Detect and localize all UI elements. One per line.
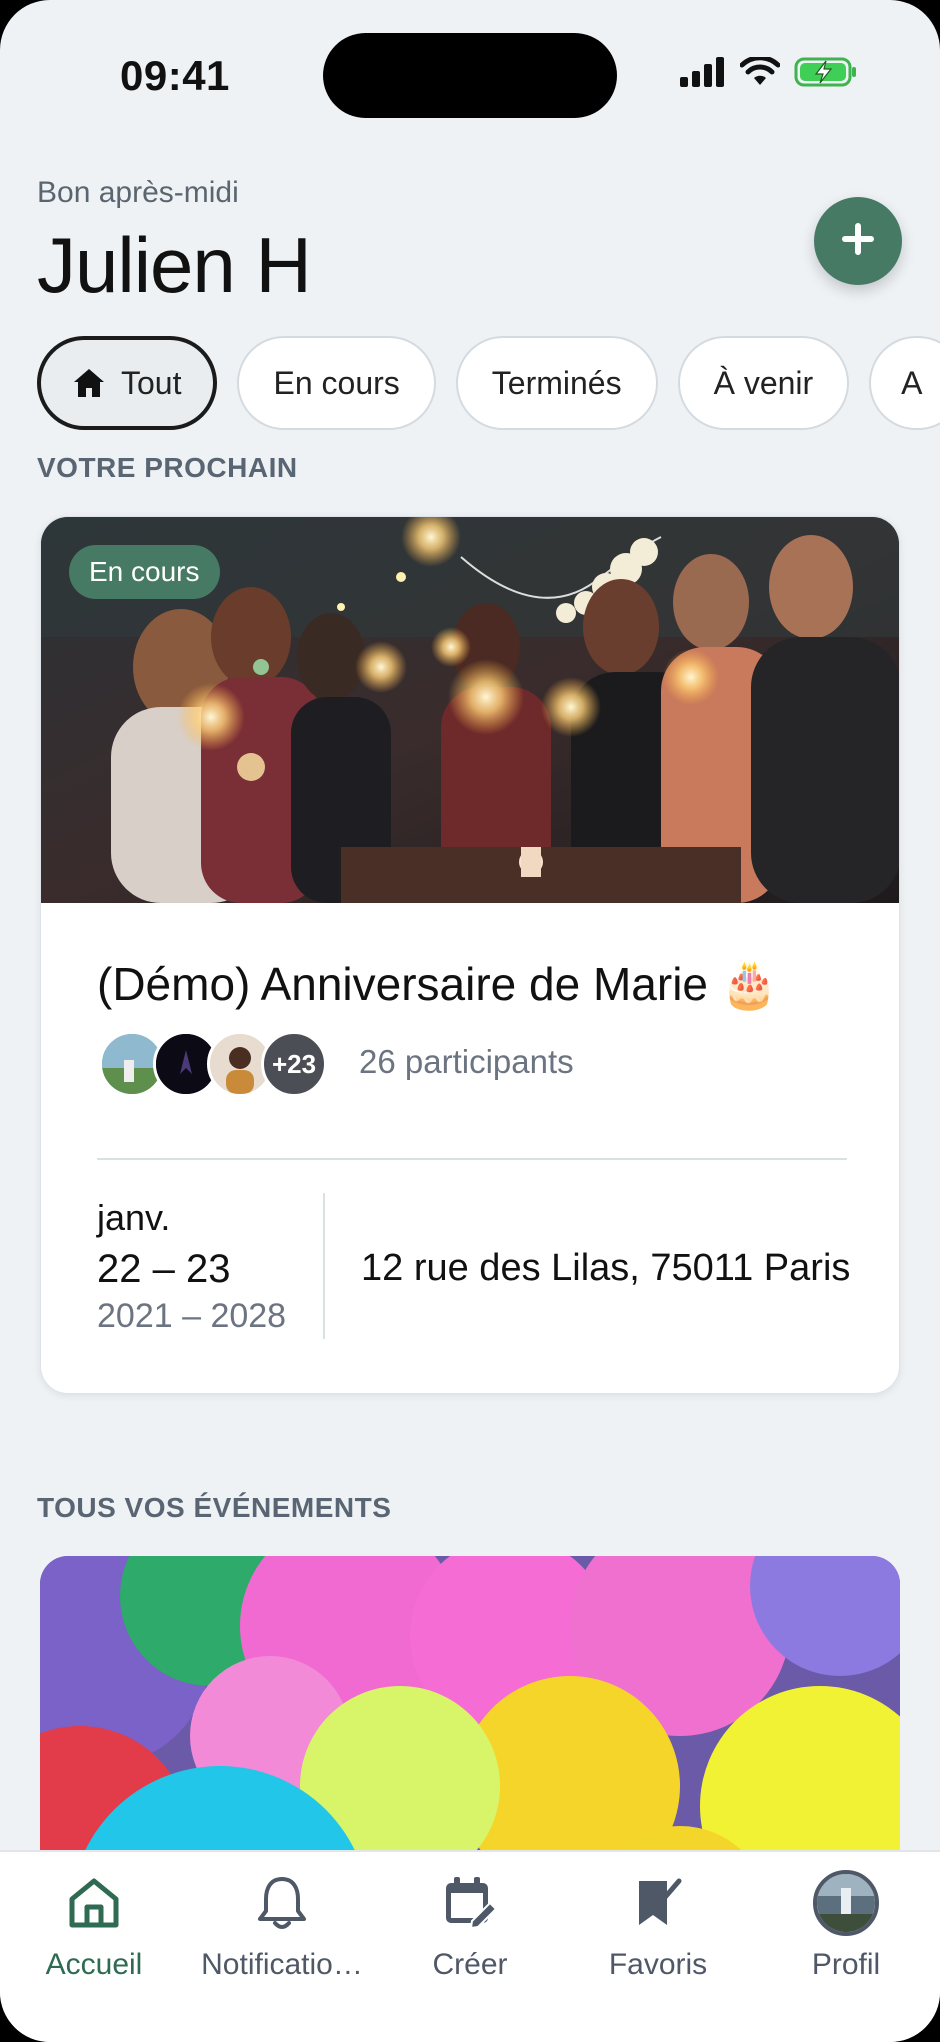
featured-event-card[interactable]: En cours (Démo) Anniversaire de Marie 🎂 … [40, 516, 900, 1394]
signal-icon [680, 57, 726, 92]
calendar-edit-icon [442, 1868, 498, 1938]
bell-icon [256, 1868, 308, 1938]
event-address: 12 rue des Lilas, 75011 Paris [361, 1247, 851, 1289]
filter-chip-more[interactable]: A [869, 336, 940, 430]
tab-label: Créer [432, 1948, 508, 1981]
user-name: Julien H [37, 221, 312, 309]
status-icons [680, 55, 858, 93]
bookmark-check-icon [633, 1868, 683, 1938]
plus-icon [840, 221, 876, 262]
battery-charging-icon [794, 56, 858, 93]
extra-participants-count: +23 [261, 1031, 327, 1097]
status-badge: En cours [69, 545, 220, 599]
tab-label: Notificatio… [201, 1948, 363, 1981]
dynamic-island [323, 33, 617, 118]
date-month: janv. [97, 1197, 171, 1238]
filter-chip-finished[interactable]: Terminés [455, 336, 658, 430]
filter-chip-ongoing[interactable]: En cours [237, 336, 436, 430]
divider [323, 1193, 325, 1339]
tab-label: Accueil [45, 1948, 143, 1981]
participant-avatars[interactable]: +23 [99, 1031, 327, 1097]
status-time: 09:41 [120, 52, 230, 99]
filter-chip-label: A [901, 364, 923, 401]
greeting: Bon après-midi [37, 176, 239, 209]
filter-chip-label: En cours [273, 364, 400, 401]
section-label-all: TOUS VOS ÉVÉNEMENTS [37, 1492, 392, 1523]
avatar [813, 1870, 879, 1936]
tab-profile[interactable]: Profil [752, 1868, 940, 1982]
filter-chip-upcoming[interactable]: À venir [677, 336, 850, 430]
filter-chip-label: Terminés [491, 364, 622, 401]
home-icon [66, 1868, 122, 1938]
bottom-tab-bar: Accueil Notificatio… Créer Favoris Profi… [0, 1850, 940, 2042]
filter-chip-label: Tout [121, 364, 182, 401]
tab-home[interactable]: Accueil [0, 1868, 188, 1982]
filter-chips: Tout En cours Terminés À venir A [37, 336, 940, 430]
tab-icon-wrap [813, 1868, 879, 1938]
participants-count: 26 participants [359, 1043, 574, 1080]
home-icon [73, 368, 105, 398]
date-years: 2021 – 2028 [97, 1297, 287, 1335]
tab-label: Profil [811, 1948, 881, 1981]
section-label-next: VOTRE PROCHAIN [37, 452, 298, 483]
filter-chip-all[interactable]: Tout [37, 336, 218, 430]
event-title: (Démo) Anniversaire de Marie 🎂 [97, 958, 779, 1010]
wifi-icon [739, 55, 781, 92]
tab-notifications[interactable]: Notificatio… [188, 1868, 376, 1982]
tab-favorites[interactable]: Favoris [564, 1868, 752, 1982]
date-days: 22 – 23 [97, 1247, 231, 1291]
add-event-button[interactable] [814, 197, 902, 285]
filter-chip-label: À venir [713, 364, 814, 401]
tab-label: Favoris [608, 1948, 708, 1981]
tab-create[interactable]: Créer [376, 1868, 564, 1982]
divider [97, 1158, 847, 1160]
app-screen: 09:41 Bon après-midi Julien H Tout En co… [0, 0, 940, 2042]
